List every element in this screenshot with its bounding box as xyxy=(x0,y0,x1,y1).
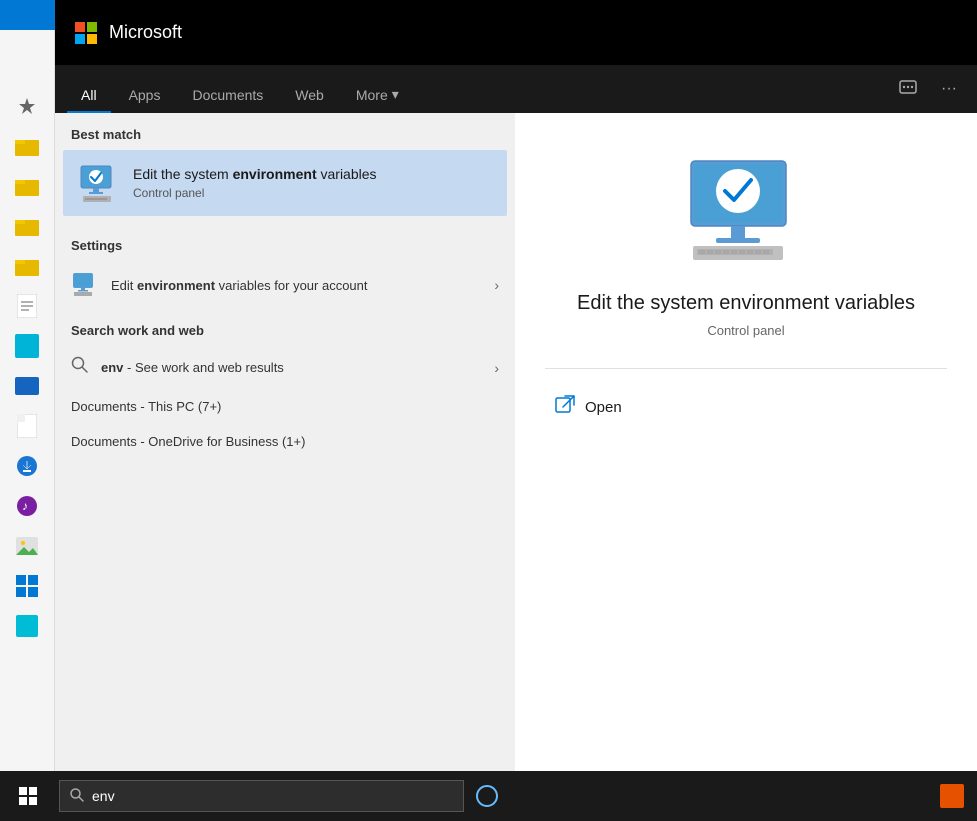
folder-icon-4[interactable] xyxy=(11,250,43,282)
results-panel: Best match xyxy=(55,113,515,821)
settings-item-arrow: › xyxy=(494,277,499,293)
monitor-icon xyxy=(77,162,119,204)
settings-monitor-icon xyxy=(71,271,99,299)
blue-rect-icon[interactable] xyxy=(11,370,43,402)
tab-web[interactable]: Web xyxy=(281,79,338,113)
svg-text:♪: ♪ xyxy=(22,499,28,513)
taskbar-search-bar[interactable] xyxy=(59,780,464,812)
taskbar-search-input[interactable] xyxy=(92,788,453,804)
settings-item-text: Edit environment variables for your acco… xyxy=(111,278,482,293)
open-icon xyxy=(555,395,575,420)
search-web-item[interactable]: env - See work and web results › xyxy=(55,346,515,389)
taskbar xyxy=(0,771,977,821)
ms-header: Microsoft xyxy=(55,0,977,65)
microsoft-logo xyxy=(75,22,97,44)
start-button[interactable] xyxy=(0,771,55,821)
download-icon[interactable] xyxy=(11,450,43,482)
logo-red xyxy=(75,22,85,32)
more-options-icon[interactable]: ··· xyxy=(933,76,965,107)
ms-app-icon[interactable] xyxy=(11,610,43,642)
search-tab-icons: ··· xyxy=(891,76,965,113)
best-match-text: Edit the system environment variables Co… xyxy=(133,166,493,200)
docs-this-pc[interactable]: Documents - This PC (7+) xyxy=(55,389,515,424)
detail-subtitle: Control panel xyxy=(707,323,784,338)
document-icon[interactable] xyxy=(11,410,43,442)
start-menu-overlay: Microsoft All Apps Documents Web More ▾ … xyxy=(55,0,977,821)
open-button[interactable]: Open xyxy=(545,389,632,426)
best-match-title: Edit the system environment variables xyxy=(133,166,493,182)
logo-yellow xyxy=(87,34,97,44)
search-web-arrow: › xyxy=(494,360,499,376)
search-tabs-bar: All Apps Documents Web More ▾ ··· xyxy=(55,65,977,113)
image-icon[interactable] xyxy=(11,530,43,562)
taskbar-app-orange[interactable] xyxy=(937,781,967,811)
settings-item-env-vars[interactable]: Edit environment variables for your acco… xyxy=(55,261,515,309)
best-match-item[interactable]: Edit the system environment variables Co… xyxy=(63,150,507,216)
grid-icon[interactable] xyxy=(11,570,43,602)
ms-title: Microsoft xyxy=(109,22,182,43)
settings-label: Settings xyxy=(55,224,515,261)
text-file-icon[interactable] xyxy=(11,290,43,322)
taskbar-search-icon xyxy=(70,788,84,805)
folder-icon-2[interactable] xyxy=(11,170,43,202)
best-match-subtitle: Control panel xyxy=(133,186,493,200)
detail-divider xyxy=(545,368,947,369)
pin-icon[interactable] xyxy=(11,90,43,122)
search-loop-icon xyxy=(71,356,89,379)
detail-panel: Edit the system environment variables Co… xyxy=(515,113,977,821)
best-match-label: Best match xyxy=(55,113,515,150)
tab-all[interactable]: All xyxy=(67,79,111,113)
tab-apps[interactable]: Apps xyxy=(115,79,175,113)
search-content: Best match xyxy=(55,113,977,821)
feedback-icon[interactable] xyxy=(891,76,925,107)
taskbar-right xyxy=(937,781,977,811)
tab-documents[interactable]: Documents xyxy=(178,79,277,113)
music-icon[interactable]: ♪ xyxy=(11,490,43,522)
open-label: Open xyxy=(585,399,622,416)
cortana-button[interactable] xyxy=(464,771,509,821)
docs-onedrive[interactable]: Documents - OneDrive for Business (1+) xyxy=(55,424,515,459)
folder-icon-3[interactable] xyxy=(11,210,43,242)
teal-icon[interactable] xyxy=(11,330,43,362)
search-web-text: env - See work and web results xyxy=(101,360,284,375)
detail-icon xyxy=(681,153,811,268)
folder-icon-1[interactable] xyxy=(11,130,43,162)
search-web-label: Search work and web xyxy=(55,309,515,346)
logo-green xyxy=(87,22,97,32)
cortana-circle xyxy=(476,785,498,807)
detail-title: Edit the system environment variables xyxy=(577,292,915,315)
logo-blue xyxy=(75,34,85,44)
sidebar-icons: ♪ xyxy=(0,30,55,771)
tab-more[interactable]: More ▾ xyxy=(342,78,413,113)
